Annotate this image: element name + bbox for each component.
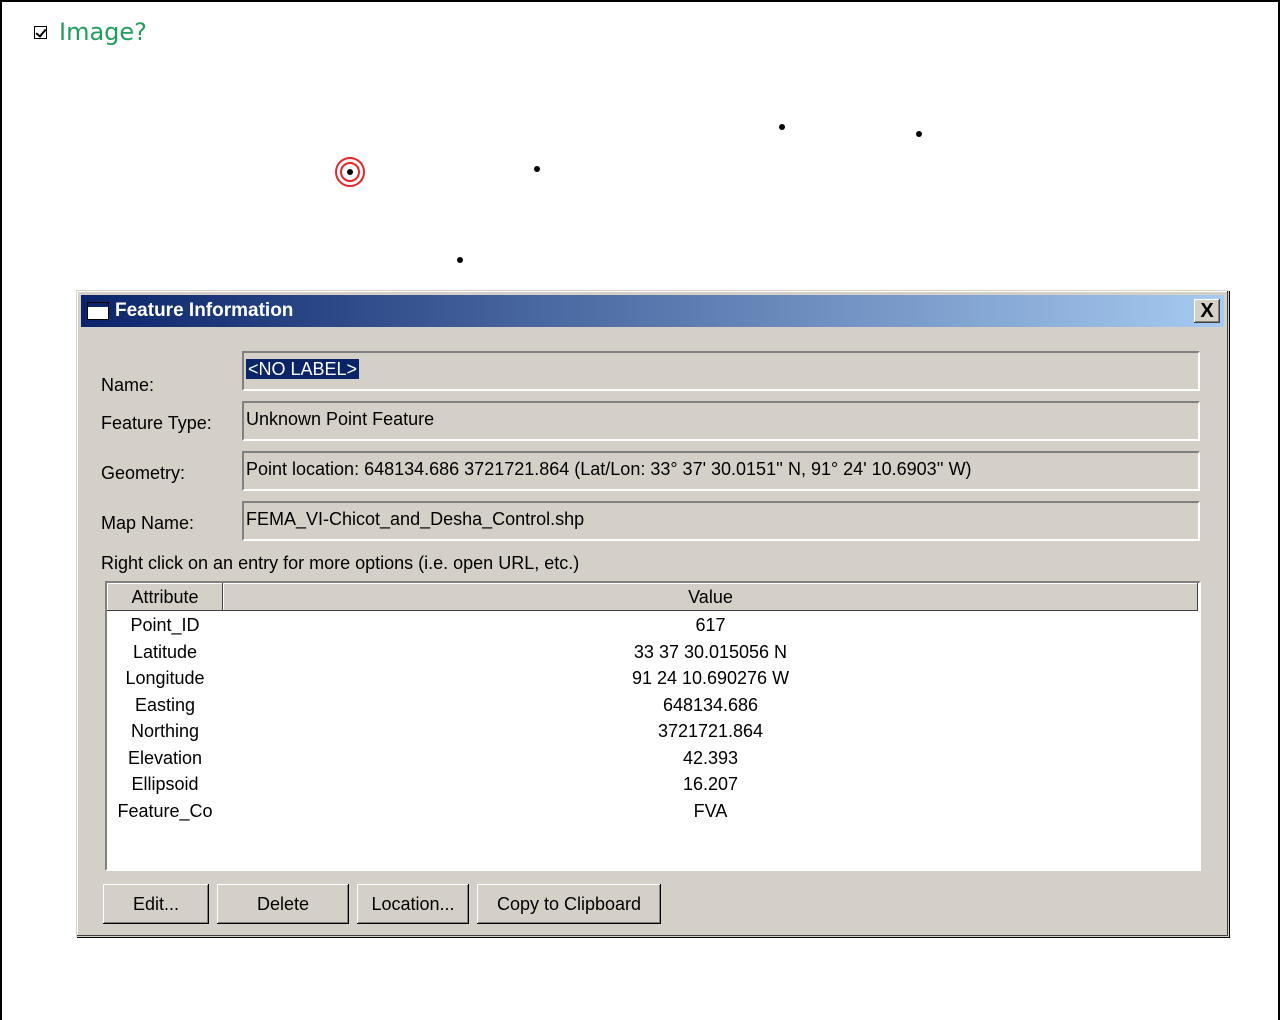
value-cell: 617 — [695, 615, 726, 635]
attribute-cell: Latitude — [132, 641, 198, 662]
attribute-cell: Feature_Co — [117, 800, 213, 821]
list-body: Point_ID 617 Latitude 33 37 30.015056 N Long… — [107, 611, 1199, 827]
button-bar: Edit... Delete Location... Copy to Clipb… — [103, 884, 669, 924]
map-point[interactable] — [457, 257, 463, 263]
attribute-cell: Easting — [134, 694, 196, 715]
image-toggle[interactable]: Image? — [34, 18, 147, 46]
feature-type-label: Feature Type: — [101, 413, 212, 433]
table-row[interactable]: Ellipsoid 16.207 — [107, 774, 1199, 801]
map-point[interactable] — [779, 124, 785, 130]
value-cell: 3721721.864 — [657, 721, 764, 741]
map-point[interactable] — [534, 166, 540, 172]
map-name-field[interactable]: FEMA_VI-Chicot_and_Desha_Control.shp — [242, 501, 1200, 541]
value-cell: 16.207 — [682, 774, 739, 794]
dialog-titlebar[interactable]: Feature Information X — [81, 295, 1224, 327]
value-cell: 91 24 10.690276 W — [631, 668, 790, 688]
image-toggle-label: Image? — [59, 18, 147, 46]
value-cell: 33 37 30.015056 N — [633, 641, 788, 662]
hint-text: Right click on an entry for more options… — [101, 553, 580, 573]
feature-type-field[interactable]: Unknown Point Feature — [242, 401, 1200, 441]
feature-information-dialog: Feature Information X Name: <NO LABEL> F… — [76, 290, 1229, 937]
table-row[interactable]: Northing 3721721.864 — [107, 721, 1199, 748]
delete-button[interactable]: Delete — [217, 884, 349, 924]
attribute-cell: Ellipsoid — [131, 774, 199, 794]
name-row: Name: — [101, 353, 246, 396]
column-header-attribute[interactable]: Attribute — [107, 583, 223, 611]
table-row[interactable]: Latitude 33 37 30.015056 N — [107, 642, 1199, 669]
column-header-value[interactable]: Value — [223, 583, 1198, 611]
table-row[interactable]: Point_ID 617 — [107, 615, 1199, 642]
attribute-cell: Elevation — [127, 747, 203, 768]
value-cell: 42.393 — [682, 747, 739, 768]
image-checkbox[interactable] — [34, 25, 47, 39]
name-label: Name: — [101, 375, 155, 395]
table-row[interactable]: Easting 648134.686 — [107, 695, 1199, 722]
name-value: <NO LABEL> — [246, 359, 360, 379]
map-name-label: Map Name: — [101, 513, 195, 533]
close-icon: X — [1200, 300, 1214, 322]
attribute-cell: Northing — [130, 721, 200, 741]
value-cell: FVA — [693, 800, 728, 821]
map-point[interactable] — [916, 131, 922, 137]
table-row[interactable]: Longitude 91 24 10.690276 W — [107, 668, 1199, 695]
attribute-cell: Point_ID — [130, 615, 200, 635]
edit-button[interactable]: Edit... — [103, 884, 209, 924]
copy-to-clipboard-button[interactable]: Copy to Clipboard — [477, 884, 661, 924]
close-button[interactable]: X — [1194, 299, 1220, 323]
geometry-field[interactable]: Point location: 648134.686 3721721.864 (… — [242, 451, 1200, 491]
selected-point — [347, 169, 353, 175]
attribute-list[interactable]: Attribute Value Point_ID 617 Latitude 33 37… — [105, 581, 1201, 871]
name-field[interactable]: <NO LABEL> — [242, 351, 1200, 391]
window-icon — [87, 302, 109, 320]
table-row[interactable]: Feature_Co FVA — [107, 801, 1199, 828]
dialog-title: Feature Information — [115, 300, 294, 321]
location-button[interactable]: Location... — [357, 884, 469, 924]
value-cell: 648134.686 — [662, 694, 759, 715]
selected-point-marker[interactable] — [335, 157, 365, 187]
attribute-cell: Longitude — [125, 668, 205, 688]
geometry-label: Geometry: — [101, 463, 186, 483]
table-row[interactable]: Elevation 42.393 — [107, 748, 1199, 775]
list-header: Attribute Value — [107, 583, 1199, 611]
